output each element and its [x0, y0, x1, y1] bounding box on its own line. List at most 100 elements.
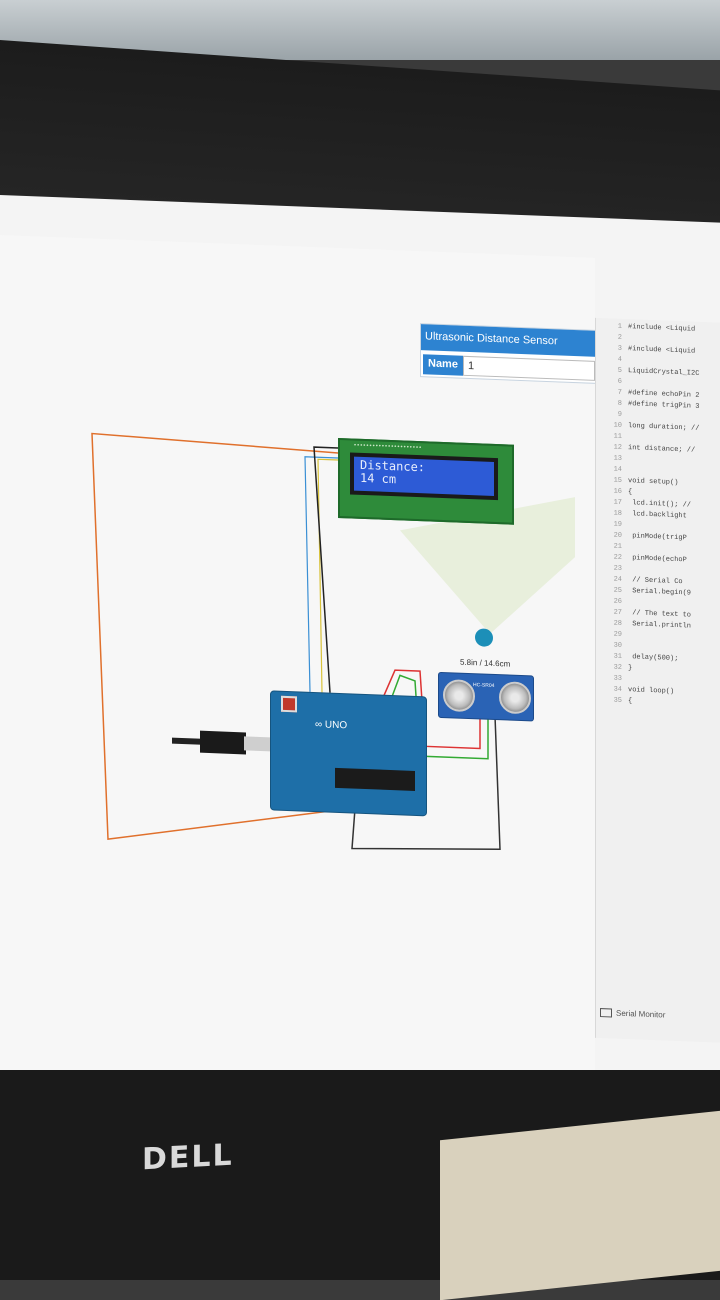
- code-line[interactable]: 13: [596, 454, 628, 463]
- line-number: 25: [613, 586, 622, 595]
- line-number: 26: [613, 597, 622, 606]
- arduino-uno-board[interactable]: ∞ UNO: [270, 690, 427, 817]
- code-line[interactable]: 25 Serial.begin(9: [596, 586, 691, 598]
- code-line[interactable]: 22 pinMode(echoP: [596, 553, 687, 565]
- line-number: 29: [613, 630, 622, 639]
- reset-button[interactable]: [281, 695, 297, 713]
- code-text: int distance; //: [628, 444, 696, 455]
- code-text: // The text to: [628, 609, 692, 620]
- code-line[interactable]: 26: [596, 597, 628, 606]
- name-label: Name: [423, 354, 463, 376]
- code-text: }: [628, 664, 633, 673]
- code-text: Serial.println: [628, 620, 692, 631]
- board-model-label: UNO: [324, 719, 348, 732]
- line-number: 34: [613, 685, 622, 694]
- line-number: 20: [613, 531, 622, 540]
- line-number: 7: [617, 388, 622, 397]
- desk-surface: [440, 1109, 720, 1300]
- code-line[interactable]: 17 lcd.init(); //: [596, 498, 691, 510]
- brand-logo: DELL: [142, 1137, 234, 1178]
- code-line[interactable]: 14: [596, 465, 628, 474]
- code-text: #include <Liquid: [628, 323, 696, 334]
- line-number: 6: [617, 377, 622, 386]
- inspector-title: Ultrasonic Distance Sensor: [421, 324, 597, 357]
- sensor-transmitter: [443, 679, 475, 713]
- code-text: {: [628, 488, 633, 497]
- code-line[interactable]: 30: [596, 641, 628, 650]
- usb-connector: [244, 736, 270, 752]
- code-line[interactable]: 31 delay(500);: [596, 652, 679, 663]
- arduino-logo: ∞ UNO: [315, 719, 348, 732]
- distance-readout: 5.8in / 14.6cm: [460, 657, 511, 669]
- line-number: 2: [617, 333, 622, 342]
- line-number: 21: [613, 542, 622, 551]
- line-number: 12: [613, 443, 622, 452]
- lcd-pin-header: ••••••••••••••••••••••: [354, 442, 423, 452]
- code-line[interactable]: 23: [596, 564, 628, 573]
- code-line[interactable]: 15 void setup(): [596, 476, 679, 488]
- usb-wire: [172, 737, 202, 745]
- code-text: Serial.begin(9: [628, 587, 692, 598]
- line-number: 33: [613, 674, 622, 683]
- line-number: 4: [617, 355, 622, 364]
- line-number: 28: [613, 619, 622, 628]
- code-line[interactable]: 7 #define echoPin 2: [596, 388, 700, 400]
- code-line[interactable]: 1 #include <Liquid: [596, 322, 695, 334]
- code-line[interactable]: 12 int distance; //: [596, 443, 696, 455]
- code-text: // Serial Co: [628, 576, 683, 587]
- code-line[interactable]: 21: [596, 542, 628, 551]
- name-input[interactable]: 1: [462, 355, 595, 381]
- line-number: 18: [613, 509, 622, 518]
- line-number: 30: [613, 641, 622, 650]
- lcd-screen-frame: Distance: 14 cm: [350, 452, 498, 501]
- code-text: #define trigPin 3: [628, 400, 700, 411]
- code-line[interactable]: 20 pinMode(trigP: [596, 531, 687, 543]
- sensor-model-label: HC-SR04: [473, 682, 495, 689]
- code-line[interactable]: 4: [596, 355, 628, 364]
- code-text: void setup(): [628, 477, 679, 488]
- line-number: 19: [613, 520, 622, 529]
- code-line[interactable]: 9: [596, 410, 628, 419]
- usb-cable[interactable]: [172, 730, 272, 756]
- code-line[interactable]: 16 {: [596, 487, 633, 497]
- code-line[interactable]: 3 #include <Liquid: [596, 344, 695, 356]
- ultrasonic-sensor[interactable]: HC-SR04: [438, 671, 534, 722]
- code-text: LiquidCrystal_I2C: [628, 367, 700, 378]
- code-line[interactable]: 2: [596, 333, 628, 342]
- code-editor[interactable]: 1 #include <Liquid 2 3 #include <Liquid 4 5 Liq…: [595, 317, 720, 1043]
- code-line[interactable]: 33: [596, 674, 628, 683]
- code-line[interactable]: 34 void loop(): [596, 685, 675, 696]
- code-line[interactable]: 11: [596, 432, 628, 441]
- code-line[interactable]: 5 LiquidCrystal_I2C: [596, 366, 700, 378]
- code-line[interactable]: 24 // Serial Co: [596, 575, 683, 587]
- line-number: 1: [617, 322, 622, 331]
- component-inspector: Ultrasonic Distance Sensor Name 1: [420, 323, 598, 384]
- lcd-display[interactable]: •••••••••••••••••••••• Distance: 14 cm: [338, 437, 514, 525]
- line-number: 14: [613, 465, 622, 474]
- line-number: 23: [613, 564, 622, 573]
- code-line[interactable]: 27 // The text to: [596, 608, 691, 620]
- code-text: {: [628, 697, 633, 706]
- usb-plug: [200, 730, 246, 755]
- code-line[interactable]: 6: [596, 377, 628, 386]
- line-number: 22: [613, 553, 622, 562]
- code-text: long duration; //: [628, 422, 700, 433]
- code-line[interactable]: 28 Serial.println: [596, 619, 691, 631]
- distance-object-handle[interactable]: [475, 628, 493, 647]
- code-line[interactable]: 18 lcd.backlight: [596, 509, 687, 521]
- code-line[interactable]: 35 {: [596, 696, 633, 706]
- code-text: lcd.init(); //: [628, 499, 692, 510]
- code-line[interactable]: 8 #define trigPin 3: [596, 399, 700, 411]
- code-line[interactable]: 10 long duration; //: [596, 421, 700, 433]
- line-number: 27: [613, 608, 622, 617]
- line-number: 15: [613, 476, 622, 485]
- code-line[interactable]: 19: [596, 520, 628, 529]
- code-line[interactable]: 32}: [596, 663, 633, 673]
- sensor-receiver: [499, 681, 531, 715]
- lcd-text: Distance: 14 cm: [354, 456, 494, 496]
- code-line[interactable]: 29: [596, 630, 628, 639]
- code-text: #define echoPin 2: [628, 389, 700, 400]
- line-number: 13: [613, 454, 622, 463]
- line-number: 17: [613, 498, 622, 507]
- code-text: lcd.backlight: [628, 510, 687, 521]
